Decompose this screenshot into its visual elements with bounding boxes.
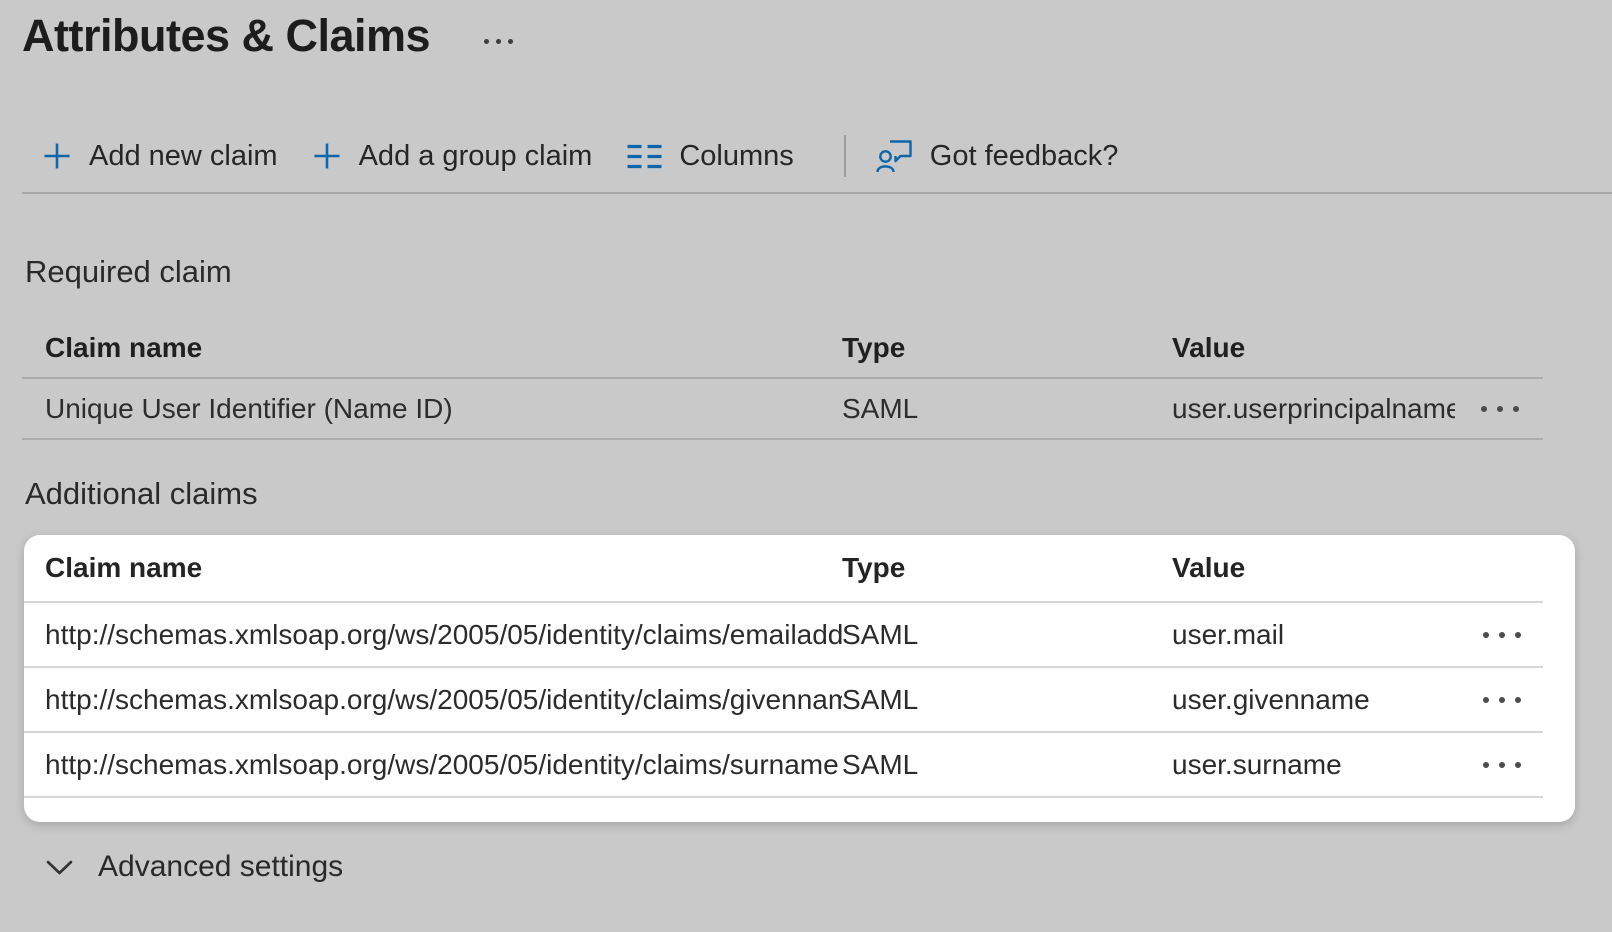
cell-type: SAML — [842, 684, 1172, 716]
cell-value: user.userprincipalname [... — [1172, 393, 1455, 425]
ellipsis-horizontal-icon — [496, 39, 501, 44]
cell-value: user.givenname — [1172, 684, 1457, 716]
table-separator — [24, 796, 1543, 798]
ellipsis-horizontal-icon — [1513, 406, 1519, 412]
ellipsis-horizontal-icon — [1515, 762, 1521, 768]
columns-button[interactable]: Columns — [626, 140, 793, 173]
required-claim-heading: Required claim — [25, 254, 232, 290]
ellipsis-horizontal-icon — [1483, 697, 1489, 703]
ellipsis-horizontal-icon — [1499, 762, 1505, 768]
cell-type: SAML — [842, 393, 1172, 425]
title-context-menu-button[interactable] — [480, 35, 517, 48]
add-new-claim-label: Add new claim — [89, 140, 278, 173]
toolbar-divider — [844, 135, 846, 177]
row-context-menu-button[interactable] — [1457, 603, 1547, 666]
command-bar: Add new claim Add a group claim Columns — [42, 131, 1118, 181]
column-header-value: Value — [1172, 332, 1455, 364]
row-context-menu-button[interactable] — [1457, 733, 1547, 796]
ellipsis-horizontal-icon — [1497, 406, 1503, 412]
cell-value: user.surname — [1172, 749, 1457, 781]
ellipsis-horizontal-icon — [1483, 632, 1489, 638]
add-group-claim-button[interactable]: Add a group claim — [312, 140, 593, 173]
column-header-claim-name: Claim name — [45, 332, 842, 364]
ellipsis-horizontal-icon — [1515, 632, 1521, 638]
column-header-type: Type — [842, 332, 1172, 364]
chevron-down-icon — [46, 859, 73, 876]
ellipsis-horizontal-icon — [508, 39, 513, 44]
table-row-unique-user-identifier[interactable]: Unique User Identifier (Name ID) SAML us… — [0, 379, 1545, 438]
table-row-surname[interactable]: http://schemas.xmlsoap.org/ws/2005/05/id… — [24, 733, 1575, 796]
advanced-settings-toggle[interactable]: Advanced settings — [46, 850, 343, 884]
column-header-type: Type — [842, 552, 1172, 584]
column-header-value: Value — [1172, 552, 1457, 584]
cell-type: SAML — [842, 749, 1172, 781]
add-group-claim-label: Add a group claim — [359, 140, 593, 173]
additional-claims-table-header: Claim name Type Value — [24, 535, 1575, 601]
ellipsis-horizontal-icon — [1499, 632, 1505, 638]
plus-icon — [312, 141, 342, 171]
additional-claims-heading: Additional claims — [25, 476, 258, 512]
person-feedback-icon — [876, 139, 913, 174]
columns-icon — [626, 143, 662, 170]
got-feedback-label: Got feedback? — [930, 140, 1119, 173]
ellipsis-horizontal-icon — [484, 39, 489, 44]
ellipsis-horizontal-icon — [1499, 697, 1505, 703]
cell-claim-name: http://schemas.xmlsoap.org/ws/2005/05/id… — [45, 619, 842, 651]
cell-claim-name: http://schemas.xmlsoap.org/ws/2005/05/id… — [45, 749, 842, 781]
ellipsis-horizontal-icon — [1483, 762, 1489, 768]
table-row-givenname[interactable]: http://schemas.xmlsoap.org/ws/2005/05/id… — [24, 668, 1575, 731]
required-claim-table-header: Claim name Type Value — [0, 318, 1545, 377]
row-context-menu-button[interactable] — [1455, 379, 1545, 438]
ellipsis-horizontal-icon — [1481, 406, 1487, 412]
plus-icon — [42, 141, 72, 171]
cell-type: SAML — [842, 619, 1172, 651]
cell-value: user.mail — [1172, 619, 1457, 651]
toolbar-separator — [22, 192, 1612, 194]
got-feedback-button[interactable]: Got feedback? — [876, 139, 1119, 174]
additional-claims-card: Claim name Type Value http://schemas.xml… — [24, 535, 1575, 822]
table-row-emailaddress[interactable]: http://schemas.xmlsoap.org/ws/2005/05/id… — [24, 603, 1575, 666]
page-title: Attributes & Claims — [22, 10, 430, 62]
required-claim-table: Claim name Type Value Unique User Identi… — [0, 318, 1545, 440]
table-separator — [22, 438, 1543, 440]
ellipsis-horizontal-icon — [1515, 697, 1521, 703]
row-context-menu-button[interactable] — [1457, 668, 1547, 731]
column-header-claim-name: Claim name — [45, 552, 842, 584]
cell-claim-name: http://schemas.xmlsoap.org/ws/2005/05/id… — [45, 684, 842, 716]
advanced-settings-label: Advanced settings — [98, 850, 343, 884]
cell-claim-name: Unique User Identifier (Name ID) — [45, 393, 842, 425]
add-new-claim-button[interactable]: Add new claim — [42, 140, 278, 173]
columns-label: Columns — [679, 140, 793, 173]
